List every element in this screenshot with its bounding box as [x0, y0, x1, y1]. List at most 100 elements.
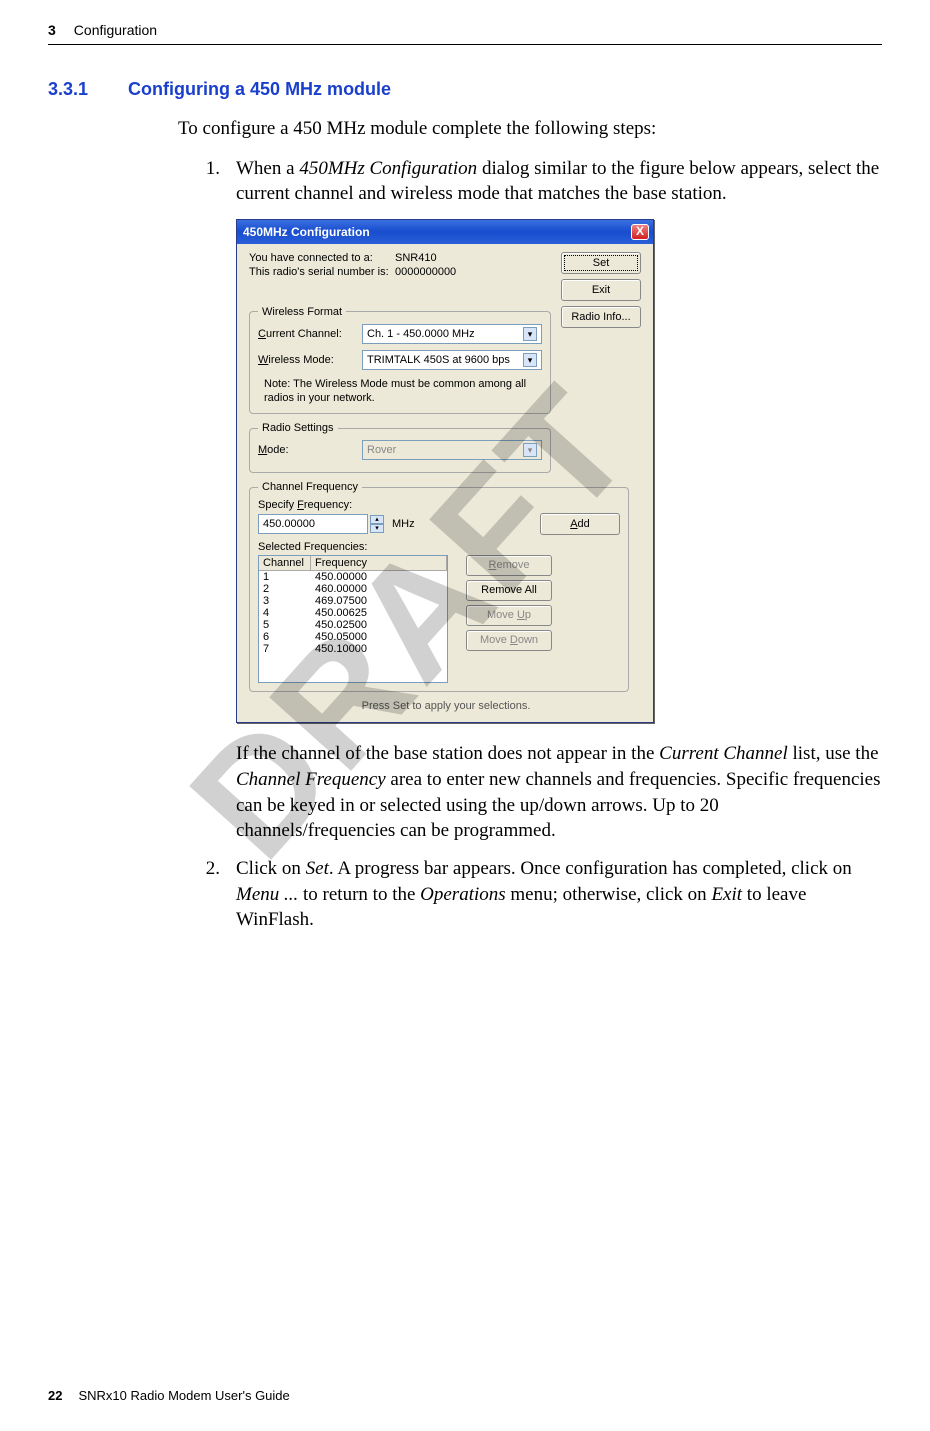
wireless-mode-value: TRIMTALK 450S at 9600 bps	[367, 354, 510, 366]
md-pre: Move	[480, 634, 510, 646]
mode-combo: Rover ▾	[362, 440, 542, 460]
dialog-figure: 450MHz Configuration X You have connecte…	[236, 219, 882, 724]
step1-pre: When a	[236, 158, 299, 179]
dialog-title: 450MHz Configuration	[243, 225, 370, 239]
step-2: 2. Click on Set. A progress bar appears.…	[178, 856, 882, 933]
section-heading: 3.3.1 Configuring a 450 MHz module	[48, 79, 882, 100]
s2b: . A progress bar appears. Once configura…	[329, 858, 852, 879]
set-button[interactable]: Set	[561, 252, 641, 274]
a1i1: Current Channel	[659, 743, 788, 764]
move-down-button[interactable]: Move Down	[466, 630, 552, 651]
mu-pre: Move	[487, 609, 517, 621]
list-item[interactable]: 7450.10000	[259, 643, 447, 655]
cc-rest: urrent Channel:	[266, 328, 342, 340]
spin-down-icon[interactable]: ▾	[370, 524, 384, 533]
a1a: If the channel of the base station does …	[236, 743, 659, 764]
channel-frequency-group: Channel Frequency Specify Frequency: ▴▾ …	[249, 481, 629, 692]
close-icon[interactable]: X	[631, 224, 649, 240]
list-item[interactable]: 3469.07500	[259, 595, 447, 607]
sf-pre: Specify	[258, 499, 297, 511]
list-item[interactable]: 4450.00625	[259, 607, 447, 619]
step-number: 1.	[178, 156, 220, 207]
mu-u: U	[517, 609, 525, 621]
s2i2: Menu ...	[236, 884, 298, 905]
list-rows: 1450.000002460.000003469.075004450.00625…	[259, 571, 447, 655]
mode-label: Mode:	[258, 444, 354, 456]
radio-settings-group: Radio Settings Mode: Rover ▾	[249, 422, 551, 473]
mode-value: Rover	[367, 444, 396, 456]
wireless-format-legend: Wireless Format	[258, 306, 346, 318]
md-u: D	[510, 634, 518, 646]
after-step1-para: If the channel of the base station does …	[236, 741, 882, 844]
wireless-mode-combo[interactable]: TRIMTALK 450S at 9600 bps ▾	[362, 350, 542, 370]
add-rest: dd	[578, 518, 590, 530]
frequency-spinner[interactable]: ▴▾	[258, 514, 384, 534]
page-number: 22	[48, 1388, 62, 1403]
list-buttons: Remove Remove All Move Up Move Down	[466, 555, 552, 683]
section-number: 3.3.1	[48, 79, 88, 100]
radio-settings-legend: Radio Settings	[258, 422, 338, 434]
chevron-down-icon[interactable]: ▾	[523, 353, 537, 367]
list-header: Channel Frequency	[259, 556, 447, 571]
add-button[interactable]: Add	[540, 513, 620, 535]
m-rest: ode:	[267, 444, 288, 456]
rm-rest: emove	[496, 559, 529, 571]
spin-up-icon[interactable]: ▴	[370, 515, 384, 524]
list-item[interactable]: 6450.05000	[259, 631, 447, 643]
remove-all-button[interactable]: Remove All	[466, 580, 552, 601]
s2a: Click on	[236, 858, 306, 879]
s2d: menu; otherwise, click on	[506, 884, 712, 905]
dialog-titlebar[interactable]: 450MHz Configuration X	[237, 220, 653, 244]
sf-u: F	[297, 499, 304, 511]
md-post: own	[518, 634, 538, 646]
section-title: Configuring a 450 MHz module	[128, 79, 391, 100]
channel-frequency-legend: Channel Frequency	[258, 481, 362, 493]
list-item[interactable]: 1450.00000	[259, 571, 447, 583]
current-channel-value: Ch. 1 - 450.0000 MHz	[367, 328, 475, 340]
remove-button[interactable]: Remove	[466, 555, 552, 576]
current-channel-combo[interactable]: Ch. 1 - 450.0000 MHz ▾	[362, 324, 542, 344]
exit-button[interactable]: Exit	[561, 279, 641, 301]
mu-post: p	[525, 609, 531, 621]
press-set-hint: Press Set to apply your selections.	[249, 692, 643, 716]
wm-rest: ireless Mode:	[268, 354, 333, 366]
wm-u: W	[258, 354, 268, 366]
chapter-title: Configuration	[74, 22, 157, 38]
footer-title: SNRx10 Radio Modem User's Guide	[78, 1388, 289, 1403]
radio-info-button[interactable]: Radio Info...	[561, 306, 641, 328]
page-footer: 22 SNRx10 Radio Modem User's Guide	[48, 1388, 290, 1403]
sf-post: requency:	[304, 499, 352, 511]
s2c: to return to the	[298, 884, 420, 905]
intro-text: To configure a 450 MHz module complete t…	[178, 116, 882, 142]
col-frequency: Frequency	[311, 556, 447, 570]
col-channel: Channel	[259, 556, 311, 570]
specify-freq-label: Specify Frequency:	[258, 499, 620, 511]
mhz-label: MHz	[392, 518, 415, 530]
a1i2: Channel Frequency	[236, 769, 386, 790]
frequency-input[interactable]	[258, 514, 368, 534]
current-channel-label: Current Channel:	[258, 328, 354, 340]
serial-value: 0000000000	[395, 266, 456, 278]
s2i4: Exit	[711, 884, 742, 905]
wireless-mode-label: Wireless Mode:	[258, 354, 354, 366]
serial-label: This radio's serial number is:	[249, 266, 389, 278]
wireless-note: Note: The Wireless Mode must be common a…	[258, 374, 542, 406]
step-number: 2.	[178, 856, 220, 933]
spinner-buttons[interactable]: ▴▾	[370, 515, 384, 533]
step-body: When a 450MHz Configuration dialog simil…	[236, 156, 882, 207]
connected-label: You have connected to a:	[249, 252, 389, 264]
step-1: 1. When a 450MHz Configuration dialog si…	[178, 156, 882, 207]
m-u: M	[258, 444, 267, 456]
list-item[interactable]: 2460.00000	[259, 583, 447, 595]
list-item[interactable]: 5450.02500	[259, 619, 447, 631]
frequency-listbox[interactable]: Channel Frequency 1450.000002460.0000034…	[258, 555, 448, 683]
step1-ital: 450MHz Configuration	[299, 158, 477, 179]
page-header: 3 Configuration	[48, 22, 882, 45]
selected-freq-label: Selected Frequencies:	[258, 541, 620, 553]
chapter-number: 3	[48, 22, 56, 38]
move-up-button[interactable]: Move Up	[466, 605, 552, 626]
chevron-down-icon[interactable]: ▾	[523, 327, 537, 341]
s2i3: Operations	[420, 884, 506, 905]
cc-u: C	[258, 328, 266, 340]
wireless-format-group: Wireless Format Current Channel: Ch. 1 -…	[249, 306, 551, 415]
